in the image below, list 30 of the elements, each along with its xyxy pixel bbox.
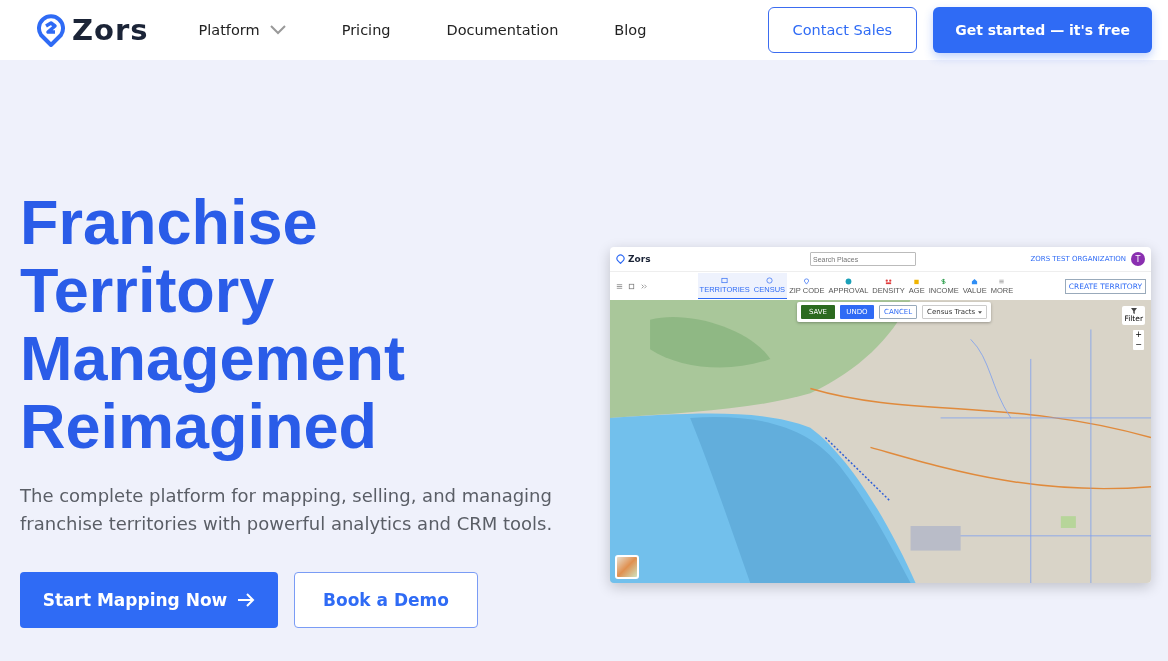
menu-icon (998, 277, 1006, 285)
pin-icon (803, 277, 811, 285)
home-icon (971, 277, 979, 285)
avatar[interactable]: T (1131, 252, 1145, 266)
nav-link[interactable]: Pricing (341, 22, 391, 38)
book-demo-button[interactable]: Book a Demo (294, 572, 478, 628)
basemap-toggle[interactable] (615, 555, 639, 579)
nav-link[interactable]: Blog (614, 22, 647, 38)
people-icon (885, 277, 893, 285)
hero-description: The complete platform for mapping, selling, and managing franchise territories with powerful analytics and CRM tools. (20, 484, 554, 536)
map-icon (721, 277, 729, 284)
circle-icon (766, 277, 773, 284)
contact-sales-button[interactable]: Contact Sales (767, 7, 918, 53)
arrow-right-icon (237, 593, 256, 607)
filter-icon (1130, 308, 1137, 314)
hero-heading: Franchise Territory Management Reimagined (20, 188, 407, 460)
nav-link[interactable]: Platform (198, 22, 286, 38)
zoom-out-button[interactable]: − (1135, 340, 1142, 350)
start-mapping-button[interactable]: Start Mapping Now (20, 572, 278, 628)
brand-name: Zors (72, 13, 149, 47)
box-icon (913, 277, 921, 285)
menu-icon[interactable] (615, 281, 624, 291)
logo-icon (616, 254, 625, 264)
dollar-icon (940, 277, 948, 285)
logo-icon (36, 13, 66, 47)
nav-link[interactable]: Documentation (446, 22, 559, 38)
caret-icon (978, 310, 983, 314)
get-started-button[interactable]: Get started — it's free (933, 7, 1152, 53)
zoom-in-button[interactable]: + (1135, 330, 1142, 340)
brand-name: Zors (628, 254, 651, 264)
